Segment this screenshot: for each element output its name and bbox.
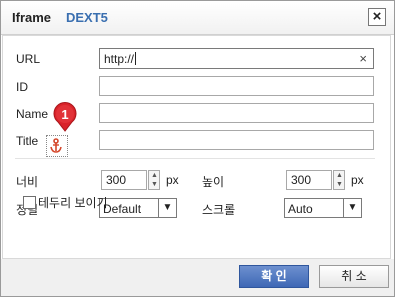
height-input[interactable]: 300	[286, 170, 332, 190]
align-value: Default	[103, 202, 142, 216]
chevron-down-icon[interactable]: ▼	[158, 199, 176, 217]
url-value: http://	[104, 52, 135, 66]
name-label: Name	[16, 107, 49, 121]
chevron-down-icon[interactable]: ▼	[343, 199, 361, 217]
scroll-label: 스크롤	[202, 203, 236, 217]
section-divider	[15, 158, 375, 159]
height-stepper[interactable]: ▲ ▼	[333, 170, 345, 190]
border-checkbox[interactable]	[23, 196, 36, 209]
align-select[interactable]: Default ▼	[99, 198, 177, 218]
dialog-titlebar: Iframe DEXT5 ×	[1, 1, 394, 35]
dialog-footer: 확 인 취 소	[1, 259, 394, 296]
url-field[interactable]: http:// ×	[99, 48, 374, 69]
name-field[interactable]	[99, 103, 374, 123]
ok-button[interactable]: 확 인	[239, 265, 309, 288]
cancel-button[interactable]: 취 소	[319, 265, 389, 288]
dialog-title: Iframe	[12, 10, 52, 25]
width-input[interactable]: 300	[101, 170, 147, 190]
spin-down-icon[interactable]: ▼	[336, 181, 343, 189]
title-label: Title	[16, 134, 39, 148]
border-label: 테두리 보이기	[38, 196, 108, 210]
title-field[interactable]	[99, 130, 374, 150]
anchor-button[interactable]	[46, 135, 68, 157]
height-unit: px	[351, 173, 364, 187]
id-label: ID	[16, 80, 28, 94]
height-label: 높이	[202, 175, 225, 189]
anchor-icon	[50, 138, 62, 153]
id-field[interactable]	[99, 76, 374, 96]
width-label: 너비	[16, 175, 39, 189]
spin-down-icon[interactable]: ▼	[151, 181, 158, 189]
spin-up-icon[interactable]: ▲	[151, 172, 158, 180]
close-icon: ×	[372, 8, 382, 25]
width-unit: px	[166, 173, 179, 187]
width-stepper[interactable]: ▲ ▼	[148, 170, 160, 190]
scroll-value: Auto	[288, 202, 313, 216]
clear-icon[interactable]: ×	[359, 51, 367, 66]
iframe-dialog: Iframe DEXT5 × URL http:// × ID Name Tit…	[0, 0, 395, 297]
marker-badge: 1	[52, 102, 78, 132]
spin-up-icon[interactable]: ▲	[336, 172, 343, 180]
dialog-product-name: DEXT5	[66, 10, 108, 25]
close-button[interactable]: ×	[368, 8, 386, 26]
url-label: URL	[16, 52, 41, 66]
scroll-select[interactable]: Auto ▼	[284, 198, 362, 218]
marker-number: 1	[61, 107, 68, 122]
